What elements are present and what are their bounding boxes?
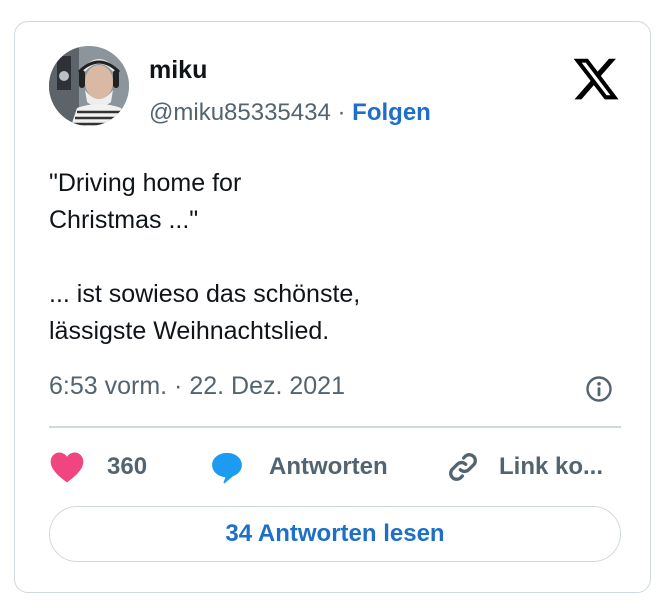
separator-dot: · bbox=[337, 99, 346, 126]
like-button[interactable]: 360 bbox=[49, 447, 147, 487]
tweet-line: "Driving home for bbox=[49, 169, 242, 197]
speech-bubble-icon bbox=[212, 452, 242, 484]
avatar-image bbox=[49, 46, 129, 126]
tweet-text: "Driving home for Christmas ..." ... ist… bbox=[49, 165, 609, 350]
author-meta: @miku85335434 · Folgen bbox=[149, 99, 431, 127]
avatar[interactable] bbox=[49, 46, 129, 126]
author-handle[interactable]: @miku85335434 bbox=[149, 99, 331, 126]
x-logo-icon[interactable] bbox=[571, 54, 621, 104]
action-bar: 360 Antworten Link ko... bbox=[49, 447, 629, 487]
tweet-line: Christmas ..." bbox=[49, 206, 199, 234]
divider bbox=[49, 426, 621, 428]
tweet-line: ... ist sowieso das schönste, bbox=[49, 280, 361, 308]
tweet-line: lässigste Weihnachtslied. bbox=[49, 317, 330, 345]
follow-link[interactable]: Folgen bbox=[352, 99, 431, 126]
heart-icon bbox=[50, 452, 84, 483]
tweet-embed-card: miku @miku85335434 · Folgen "Driving hom… bbox=[14, 21, 651, 593]
tweet-timestamp[interactable]: 6:53 vorm. · 22. Dez. 2021 bbox=[49, 372, 345, 401]
copy-link-button[interactable]: Link ko... bbox=[445, 447, 603, 487]
reply-label: Antworten bbox=[269, 453, 388, 480]
reply-button[interactable]: Antworten bbox=[209, 447, 388, 487]
read-replies-button[interactable]: 34 Antworten lesen bbox=[49, 506, 621, 562]
author-name[interactable]: miku bbox=[149, 56, 207, 85]
link-icon bbox=[449, 453, 477, 481]
info-icon[interactable] bbox=[584, 374, 614, 404]
like-count: 360 bbox=[107, 453, 148, 480]
link-label: Link ko... bbox=[499, 453, 604, 480]
